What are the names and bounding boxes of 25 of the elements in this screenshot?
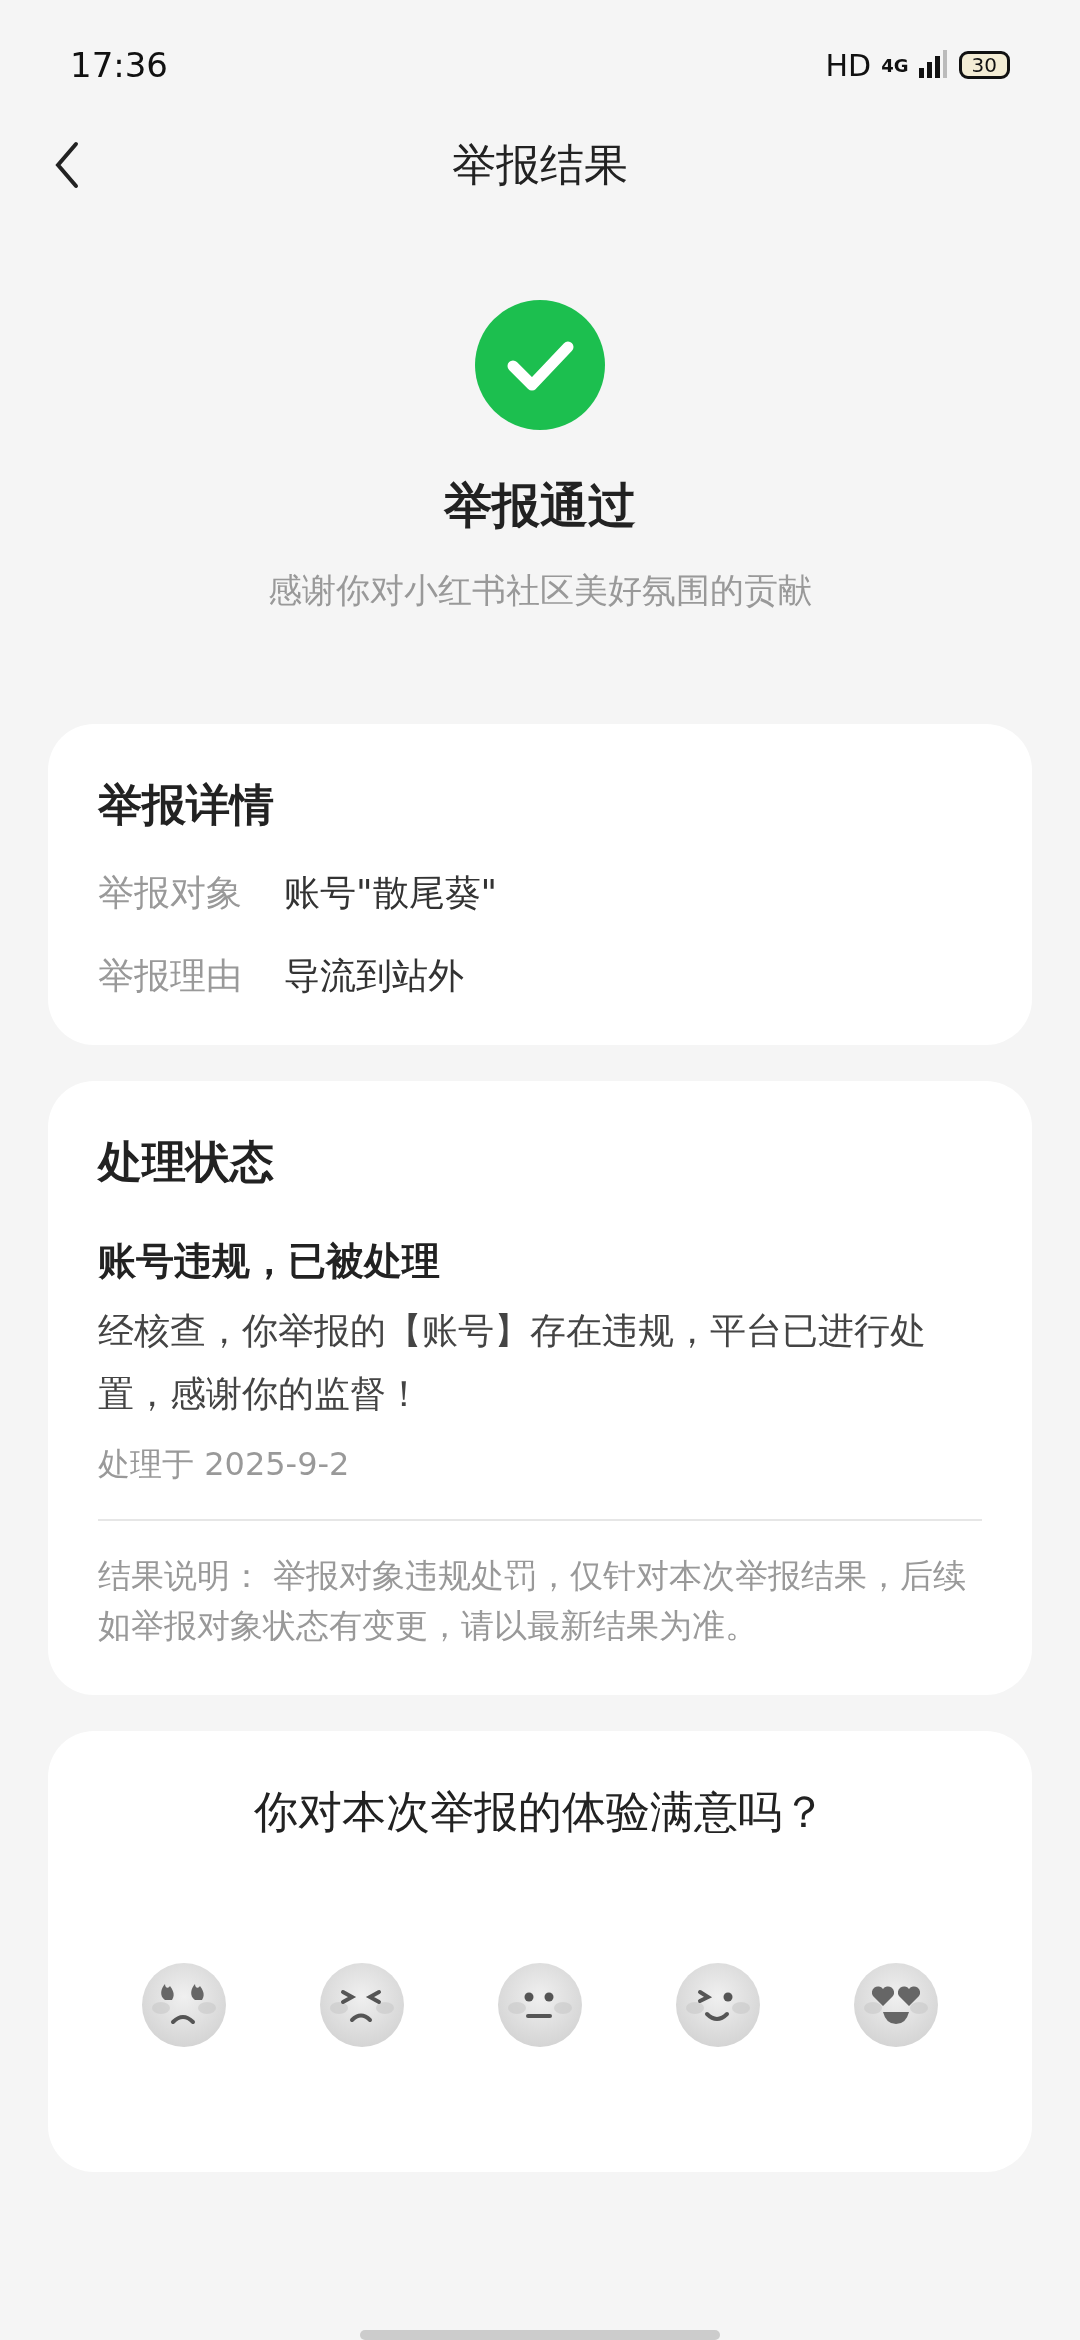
detail-value: 导流到站外 (284, 954, 464, 998)
card-title: 处理状态 (98, 1135, 275, 1189)
result-title: 举报通过 (444, 476, 636, 535)
result-note: 结果说明： 举报对象违规处罚，仅针对本次举报结果，后续如举报对象状态有变更，请以最新结果为准。 (98, 1555, 968, 1647)
face-icon[interactable] (141, 1962, 227, 2048)
survey-question: 你对本次举报的体验满意吗？ (253, 1785, 827, 1839)
signal-icon (918, 50, 949, 80)
card-title: 举报详情 (98, 778, 275, 832)
status-time: 17:36 (70, 45, 168, 85)
check-icon (475, 300, 605, 430)
face-icon[interactable] (853, 1962, 939, 2048)
network-type: 4G (881, 54, 909, 76)
processed-date: 处理于 2025-9-2 (98, 1444, 351, 1485)
face-icon[interactable] (675, 1962, 761, 2048)
battery-icon: 30 (958, 51, 1010, 79)
status-message: 经核查，你举报的【账号】存在违规，平台已进行处置，感谢你的监督！ (98, 1309, 927, 1416)
hd-indicator: HD (825, 47, 872, 83)
result-subtitle: 感谢你对小红书社区美好氛围的贡献 (268, 569, 812, 612)
detail-label: 举报理由 (98, 954, 242, 998)
detail-label: 举报对象 (98, 871, 242, 915)
page-title: 举报结果 (452, 137, 628, 192)
face-icon[interactable] (497, 1962, 583, 2048)
status-headline: 账号违规，已被处理 (98, 1238, 441, 1285)
detail-value: 账号"散尾葵" (284, 871, 498, 915)
face-icon[interactable] (319, 1962, 405, 2048)
